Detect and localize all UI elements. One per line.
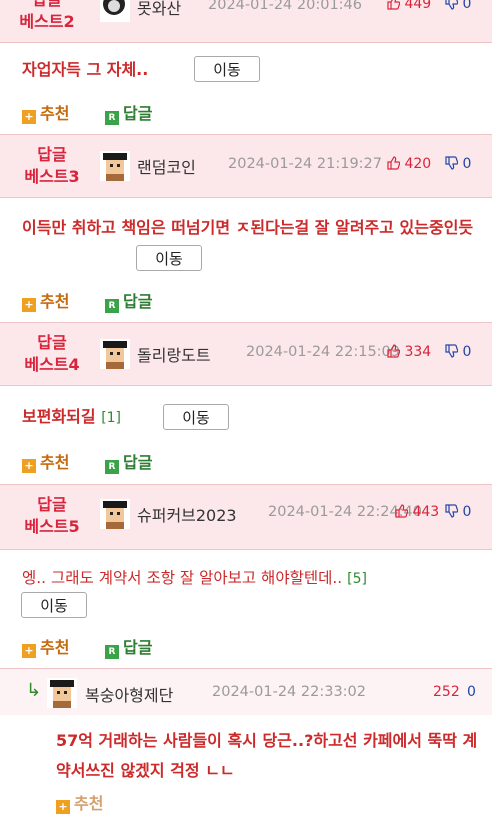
plus-box-icon: + bbox=[22, 459, 36, 473]
recommend-button[interactable]: + 추천 bbox=[22, 634, 69, 658]
downvote[interactable]: 0 bbox=[444, 0, 471, 12]
upvote[interactable]: 449 bbox=[386, 0, 431, 12]
comment-text: 이득만 취하고 책임은 떠넘기면 ㅈ된다는걸 잘 알려주고 있는중인듯 bbox=[22, 218, 474, 237]
reply-arrow-icon: ↳ bbox=[26, 680, 42, 701]
plus-box-icon: + bbox=[22, 644, 36, 658]
comment-date: 2024-01-24 20:01:46 bbox=[208, 0, 362, 13]
divider bbox=[0, 385, 492, 386]
comment-text: 57억 거래하는 사람들이 혹시 당근..?하고선 카페에서 뚝딱 계약서쓰진 … bbox=[56, 731, 478, 780]
downvote[interactable]: 0 bbox=[467, 684, 476, 700]
thumbs-up-icon bbox=[387, 344, 400, 358]
comment-text: 보편화되길 [1] bbox=[22, 407, 122, 426]
downvote[interactable]: 0 bbox=[444, 156, 471, 172]
reply-button[interactable]: R 답글 bbox=[105, 634, 152, 659]
reply-count: [5] bbox=[347, 571, 367, 587]
upvote[interactable]: 334 bbox=[386, 344, 431, 360]
thumbs-up-icon bbox=[387, 156, 400, 170]
downvote[interactable]: 0 bbox=[444, 344, 471, 360]
comment-text: 자업자득 그 자체.. bbox=[22, 60, 149, 79]
divider bbox=[0, 42, 492, 43]
avatar[interactable] bbox=[100, 0, 130, 22]
recommend-button[interactable]: + 추천 bbox=[56, 790, 103, 814]
comment-date: 2024-01-24 21:19:27 bbox=[228, 156, 382, 172]
avatar[interactable] bbox=[100, 499, 130, 529]
plus-box-icon: + bbox=[56, 800, 70, 814]
move-button[interactable]: 이동 bbox=[163, 404, 229, 430]
comment-date: 2024-01-24 22:15:09 bbox=[246, 344, 400, 360]
thumbs-down-icon bbox=[445, 156, 458, 170]
best-badge: 답글 베스트5 bbox=[24, 495, 80, 536]
nickname[interactable]: 랜덤코인 bbox=[137, 154, 196, 178]
recommend-button[interactable]: + 추천 bbox=[22, 449, 69, 473]
plus-box-icon: + bbox=[22, 298, 36, 312]
best-badge: 답글베스트2 bbox=[19, 0, 75, 31]
nickname[interactable]: 복숭아형제단 bbox=[85, 682, 173, 706]
thumbs-up-icon bbox=[395, 504, 408, 518]
downvote[interactable]: 0 bbox=[444, 504, 471, 520]
move-button[interactable]: 이동 bbox=[194, 56, 260, 82]
divider bbox=[0, 197, 492, 198]
avatar[interactable] bbox=[100, 151, 130, 181]
divider bbox=[0, 549, 492, 550]
upvote[interactable]: 252 bbox=[433, 684, 460, 700]
move-button[interactable]: 이동 bbox=[21, 592, 87, 618]
reply-count: [1] bbox=[101, 410, 122, 426]
move-button[interactable]: 이동 bbox=[136, 245, 202, 271]
avatar[interactable] bbox=[100, 339, 130, 369]
upvote[interactable]: 443 bbox=[394, 504, 439, 520]
r-box-icon: R bbox=[105, 645, 119, 659]
best-badge: 답글 베스트3 bbox=[24, 145, 80, 186]
nickname[interactable]: 못와산 bbox=[137, 0, 181, 19]
reply-button[interactable]: R 답글 bbox=[105, 100, 152, 125]
recommend-button[interactable]: + 추천 bbox=[22, 100, 69, 124]
best-badge: 답글 베스트4 bbox=[24, 333, 80, 374]
thumbs-down-icon bbox=[445, 0, 458, 10]
comment-date: 2024-01-24 22:33:02 bbox=[212, 684, 366, 700]
thumbs-down-icon bbox=[445, 344, 458, 358]
nickname[interactable]: 슈퍼커브2023 bbox=[137, 502, 237, 526]
r-box-icon: R bbox=[105, 111, 119, 125]
comment-text: 엥.. 그래도 계약서 조항 잘 알아보고 해야할텐데.. [5] bbox=[22, 569, 367, 587]
nickname[interactable]: 돌리랑도트 bbox=[137, 342, 211, 366]
upvote[interactable]: 420 bbox=[386, 156, 431, 172]
r-box-icon: R bbox=[105, 460, 119, 474]
avatar[interactable] bbox=[47, 678, 77, 708]
plus-box-icon: + bbox=[22, 110, 36, 124]
recommend-button[interactable]: + 추천 bbox=[22, 288, 69, 312]
r-box-icon: R bbox=[105, 299, 119, 313]
reply-button[interactable]: R 답글 bbox=[105, 288, 152, 313]
reply-button[interactable]: R 답글 bbox=[105, 449, 152, 474]
thumbs-down-icon bbox=[445, 504, 458, 518]
thumbs-up-icon bbox=[387, 0, 400, 10]
